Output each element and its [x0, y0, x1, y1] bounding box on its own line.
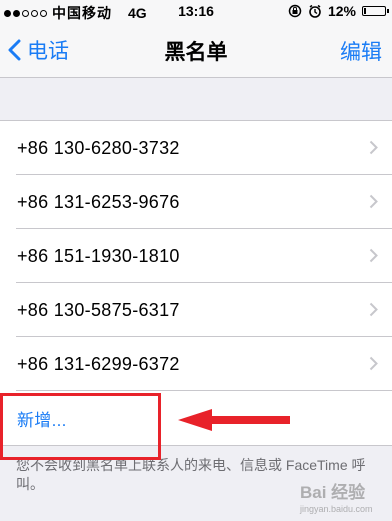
blocked-number-row[interactable]: +86 131-6253-9676 — [0, 175, 392, 229]
phone-number: +86 130-6280-3732 — [17, 137, 180, 158]
rotation-lock-icon — [288, 4, 302, 18]
chevron-right-icon — [369, 140, 378, 155]
battery-percent: 12% — [327, 3, 356, 19]
annotation-highlight-box — [0, 393, 161, 460]
watermark-sub: jingyan.baidu.com — [300, 504, 373, 514]
navigation-bar: 电话 黑名单 编辑 — [0, 22, 392, 78]
chevron-right-icon — [369, 194, 378, 209]
chevron-right-icon — [369, 302, 378, 317]
blocked-number-row[interactable]: +86 151-1930-1810 — [0, 229, 392, 283]
blocked-number-row[interactable]: +86 131-6299-6372 — [0, 337, 392, 391]
chevron-right-icon — [369, 248, 378, 263]
battery-fill — [364, 8, 366, 14]
phone-number: +86 151-1930-1810 — [17, 245, 180, 266]
status-right: 12% — [288, 3, 389, 19]
edit-button[interactable]: 编辑 — [340, 36, 382, 66]
phone-number: +86 131-6299-6372 — [17, 353, 180, 374]
phone-number: +86 130-5875-6317 — [17, 299, 180, 320]
blocked-number-row[interactable]: +86 130-6280-3732 — [0, 121, 392, 175]
chevron-right-icon — [369, 356, 378, 371]
watermark-text: Bai 经验 — [300, 483, 366, 502]
status-bar: 中国移动 4G 13:16 12% — [0, 0, 392, 22]
blocked-number-row[interactable]: +86 130-5875-6317 — [0, 283, 392, 337]
watermark: Bai 经验 jingyan.baidu.com — [300, 478, 373, 514]
page-title: 黑名单 — [164, 41, 228, 64]
phone-number: +86 131-6253-9676 — [17, 191, 180, 212]
alarm-icon — [309, 4, 321, 18]
battery-icon — [362, 6, 389, 16]
